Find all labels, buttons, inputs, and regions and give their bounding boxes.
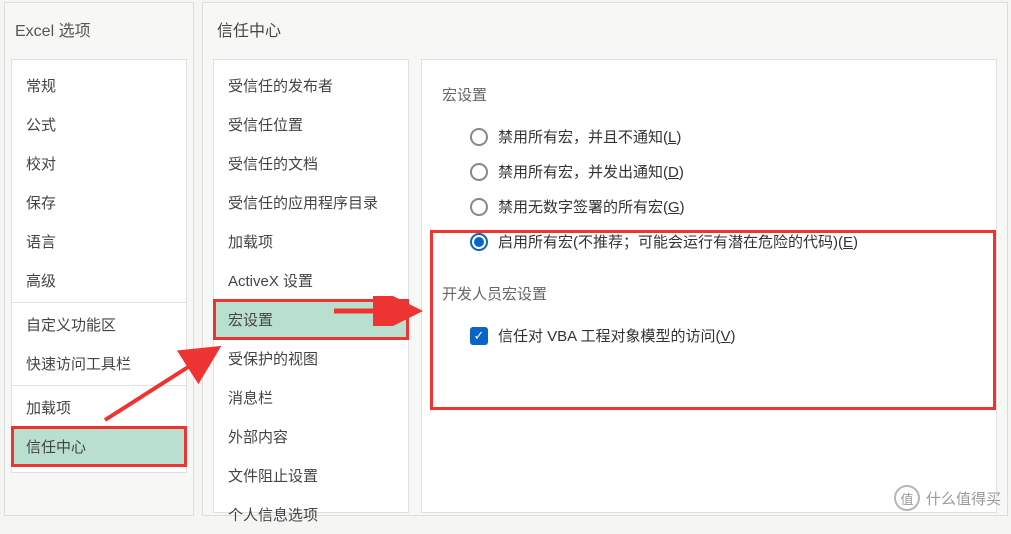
trust-center-dialog: 信任中心 受信任的发布者受信任位置受信任的文档受信任的应用程序目录加载项Acti…: [202, 2, 1008, 516]
checkbox-checked-icon: ✓: [470, 327, 488, 345]
radio-label: 禁用无数字签署的所有宏(G): [498, 196, 685, 217]
trust-center-category-item[interactable]: 外部内容: [214, 417, 408, 456]
trust-center-title: 信任中心: [203, 3, 1007, 59]
trust-center-category-item[interactable]: 加载项: [214, 222, 408, 261]
radio-label: 禁用所有宏，并且不通知(L): [498, 126, 681, 147]
trust-center-category-item[interactable]: 个人信息选项: [214, 495, 408, 534]
radio-label: 禁用所有宏，并发出通知(D): [498, 161, 684, 182]
options-category-item[interactable]: 语言: [12, 222, 186, 261]
trust-center-category-item[interactable]: 受保护的视图: [214, 339, 408, 378]
trust-center-category-item[interactable]: 受信任的文档: [214, 144, 408, 183]
trust-center-category-item[interactable]: 文件阻止设置: [214, 456, 408, 495]
trust-center-category-item[interactable]: 受信任的应用程序目录: [214, 183, 408, 222]
developer-macro-section-title: 开发人员宏设置: [442, 277, 976, 318]
options-category-trust-center[interactable]: 信任中心: [12, 427, 186, 466]
trust-center-category-item[interactable]: 受信任位置: [214, 105, 408, 144]
trust-vba-checkbox-row[interactable]: ✓ 信任对 VBA 工程对象模型的访问(V): [442, 318, 976, 353]
watermark-text: 什么值得买: [926, 488, 1001, 509]
radio-checked-icon: [470, 233, 488, 251]
excel-options-title: Excel 选项: [5, 3, 193, 59]
divider: [12, 302, 186, 303]
macro-settings-pane: 宏设置 禁用所有宏，并且不通知(L) 禁用所有宏，并发出通知(D) 禁用无数字签署的…: [421, 59, 997, 513]
watermark: 值 什么值得买: [894, 485, 1001, 511]
radio-unchecked-icon: [470, 128, 488, 146]
options-category-item[interactable]: 加载项: [12, 388, 186, 427]
options-category-item[interactable]: 公式: [12, 105, 186, 144]
options-category-item[interactable]: 自定义功能区: [12, 305, 186, 344]
options-category-item[interactable]: 保存: [12, 183, 186, 222]
macro-settings-section-title: 宏设置: [442, 78, 976, 119]
options-category-item[interactable]: 常规: [12, 66, 186, 105]
macro-setting-radio-option[interactable]: 禁用无数字签署的所有宏(G): [442, 189, 976, 224]
radio-unchecked-icon: [470, 163, 488, 181]
macro-setting-radio-option[interactable]: 禁用所有宏，并发出通知(D): [442, 154, 976, 189]
trust-vba-label: 信任对 VBA 工程对象模型的访问(V): [498, 325, 736, 346]
options-category-item[interactable]: 快速访问工具栏: [12, 344, 186, 383]
watermark-badge-icon: 值: [894, 485, 920, 511]
macro-setting-radio-option[interactable]: 禁用所有宏，并且不通知(L): [442, 119, 976, 154]
trust-center-category-item[interactable]: ActiveX 设置: [214, 261, 408, 300]
radio-label: 启用所有宏(不推荐；可能会运行有潜在危险的代码)(E): [498, 231, 858, 252]
trust-center-category-list: 受信任的发布者受信任位置受信任的文档受信任的应用程序目录加载项ActiveX 设…: [213, 59, 409, 513]
divider: [12, 385, 186, 386]
trust-center-category-macro-settings[interactable]: 宏设置: [214, 300, 408, 339]
excel-options-category-list: 常规公式校对保存语言高级自定义功能区快速访问工具栏加载项信任中心: [11, 59, 187, 473]
trust-center-category-item[interactable]: 消息栏: [214, 378, 408, 417]
excel-options-dialog: Excel 选项 常规公式校对保存语言高级自定义功能区快速访问工具栏加载项信任中…: [4, 2, 194, 516]
options-category-item[interactable]: 高级: [12, 261, 186, 300]
macro-settings-radio-group: 禁用所有宏，并且不通知(L) 禁用所有宏，并发出通知(D) 禁用无数字签署的所有宏(…: [442, 119, 976, 259]
radio-unchecked-icon: [470, 198, 488, 216]
macro-setting-radio-option[interactable]: 启用所有宏(不推荐；可能会运行有潜在危险的代码)(E): [442, 224, 976, 259]
options-category-item[interactable]: 校对: [12, 144, 186, 183]
trust-center-category-item[interactable]: 受信任的发布者: [214, 66, 408, 105]
